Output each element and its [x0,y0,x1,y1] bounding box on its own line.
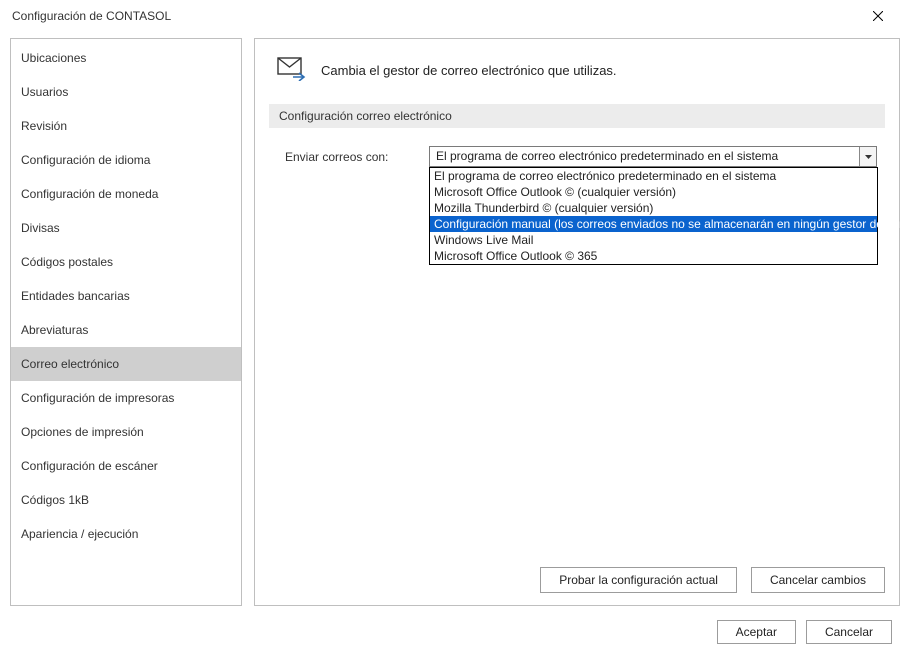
config-window: Configuración de CONTASOL UbicacionesUsu… [0,0,910,656]
mail-client-dropdown: El programa de correo electrónico predet… [429,167,878,265]
cancel-button[interactable]: Cancelar [806,620,892,644]
dropdown-option-0[interactable]: El programa de correo electrónico predet… [430,168,877,184]
panel-header: Cambia el gestor de correo electrónico q… [255,39,899,96]
panel-heading: Cambia el gestor de correo electrónico q… [321,63,617,78]
chevron-down-icon [865,155,872,159]
sidebar-item-11[interactable]: Opciones de impresión [11,415,241,449]
sidebar-item-12[interactable]: Configuración de escáner [11,449,241,483]
send-with-label: Enviar correos con: [285,150,409,164]
sidebar-item-9[interactable]: Correo electrónico [11,347,241,381]
mail-icon [277,57,307,84]
window-title: Configuración de CONTASOL [12,9,858,23]
mail-client-select[interactable]: El programa de correo electrónico predet… [429,146,877,167]
test-config-button[interactable]: Probar la configuración actual [540,567,737,593]
sidebar-item-6[interactable]: Códigos postales [11,245,241,279]
titlebar: Configuración de CONTASOL [0,0,910,32]
send-with-row: Enviar correos con: El programa de corre… [255,128,899,167]
cancel-changes-button[interactable]: Cancelar cambios [751,567,885,593]
select-value: El programa de correo electrónico predet… [430,147,859,166]
main-panel: Cambia el gestor de correo electrónico q… [254,38,900,606]
dialog-footer: Aceptar Cancelar [717,620,892,644]
sidebar: UbicacionesUsuariosRevisiónConfiguración… [10,38,242,606]
dropdown-option-4[interactable]: Windows Live Mail [430,232,877,248]
section-title: Configuración correo electrónico [269,104,885,128]
close-button[interactable] [858,2,898,30]
accept-button[interactable]: Aceptar [717,620,796,644]
sidebar-item-0[interactable]: Ubicaciones [11,41,241,75]
sidebar-item-13[interactable]: Códigos 1kB [11,483,241,517]
dropdown-option-3[interactable]: Configuración manual (los correos enviad… [430,216,877,232]
sidebar-item-8[interactable]: Abreviaturas [11,313,241,347]
dropdown-option-1[interactable]: Microsoft Office Outlook © (cualquier ve… [430,184,877,200]
sidebar-item-5[interactable]: Divisas [11,211,241,245]
dropdown-option-5[interactable]: Microsoft Office Outlook © 365 [430,248,877,264]
panel-buttons: Probar la configuración actual Cancelar … [540,567,885,593]
content-area: UbicacionesUsuariosRevisiónConfiguración… [10,38,900,606]
dropdown-option-2[interactable]: Mozilla Thunderbird © (cualquier versión… [430,200,877,216]
sidebar-item-14[interactable]: Apariencia / ejecución [11,517,241,551]
close-icon [873,11,883,21]
sidebar-item-10[interactable]: Configuración de impresoras [11,381,241,415]
sidebar-item-1[interactable]: Usuarios [11,75,241,109]
sidebar-item-7[interactable]: Entidades bancarias [11,279,241,313]
sidebar-item-3[interactable]: Configuración de idioma [11,143,241,177]
select-dropdown-button[interactable] [859,147,876,166]
sidebar-item-4[interactable]: Configuración de moneda [11,177,241,211]
sidebar-item-2[interactable]: Revisión [11,109,241,143]
